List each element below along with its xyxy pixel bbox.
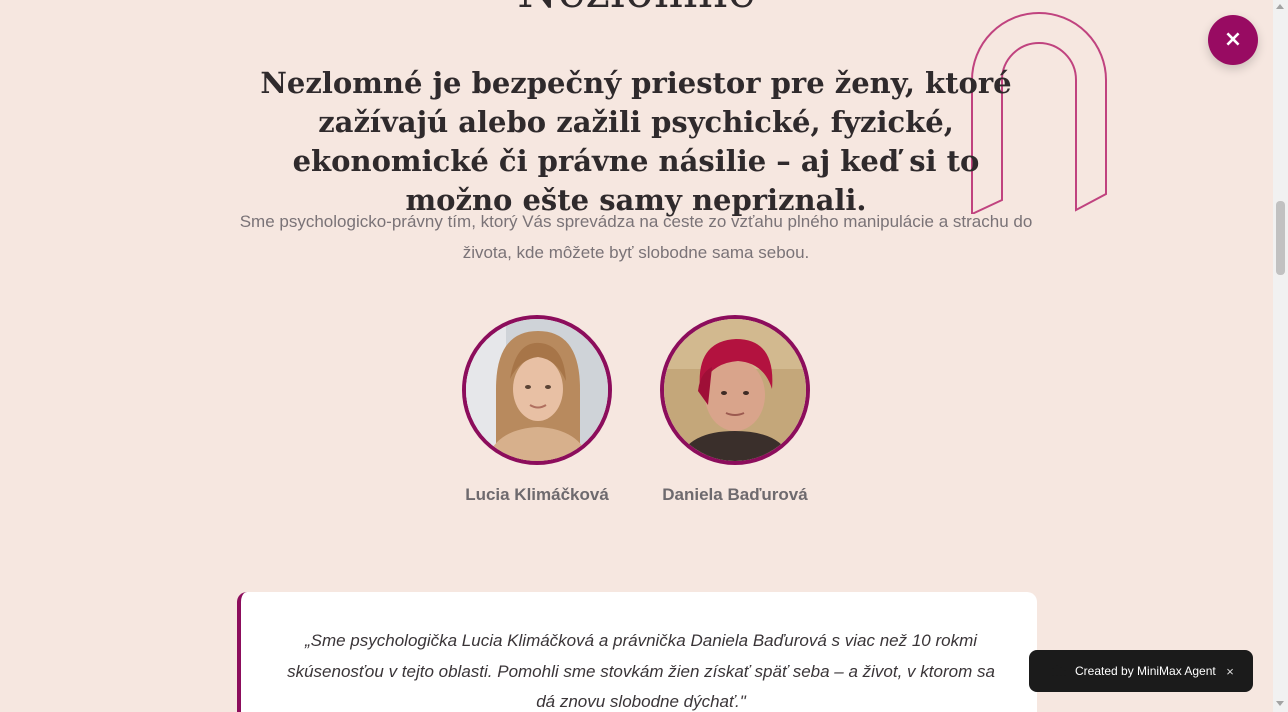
quote-card: „Sme psychologička Lucia Klimáčková a pr… [237,592,1037,712]
page: Nezlomné Nezlomné je bezpečný priestor p… [0,0,1288,712]
team-member-name: Lucia Klimáčková [465,485,609,504]
scrollbar-thumb[interactable] [1276,201,1285,275]
quote-text: „Sme psychologička Lucia Klimáčková a pr… [287,631,995,711]
team-member-card: Lucia Klimáčková [437,315,637,505]
scroll-up-arrow-icon[interactable] [1276,4,1284,9]
scroll-down-arrow-icon[interactable] [1276,701,1284,706]
hero-subtext: Sme psychologicko-právny tím, ktorý Vás … [239,212,1033,262]
hero-headline: Nezlomné je bezpečný priestor pre ženy, … [260,66,1012,217]
toast-close-icon[interactable]: × [1219,664,1241,679]
close-button[interactable]: × [1208,15,1258,65]
portrait-photo [664,319,806,461]
vertical-scrollbar[interactable] [1273,0,1288,712]
minimax-logo-icon [1052,665,1066,676]
team-member-card: Daniela Baďurová [635,315,835,505]
avatar [462,315,612,465]
avatar [660,315,810,465]
toast-text: Created by MiniMax Agent [1075,664,1216,678]
created-by-toast: Created by MiniMax Agent × [1029,650,1253,692]
portrait-photo [466,319,608,461]
team-member-name: Daniela Baďurová [662,485,808,504]
